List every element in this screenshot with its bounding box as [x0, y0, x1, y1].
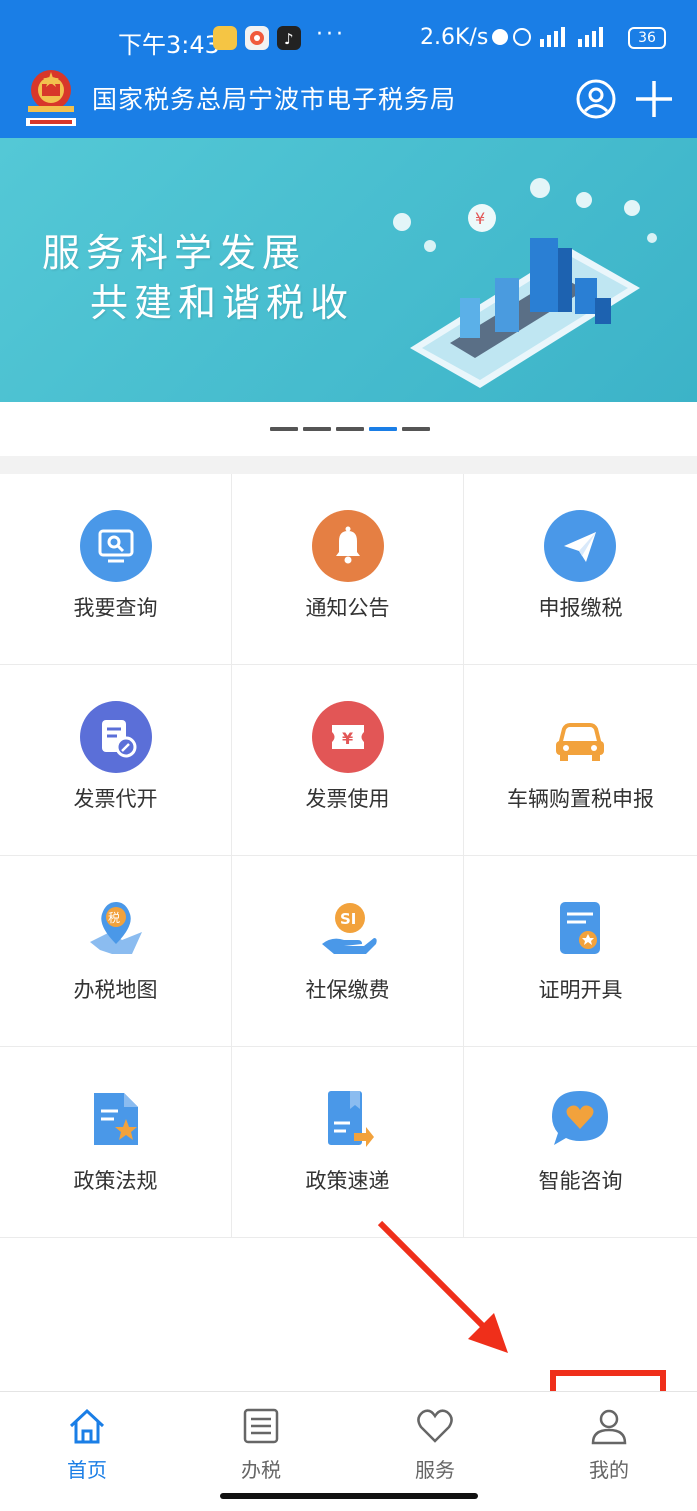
- grid-item-label: 办税地图: [73, 978, 158, 1002]
- grid-item-label: 我要查询: [73, 596, 158, 620]
- grid-item-invoice-issue[interactable]: 发票代开: [0, 665, 232, 856]
- tab-label: 我的: [589, 1458, 629, 1482]
- grid-item-label: 政策法规: [73, 1169, 158, 1193]
- plus-icon[interactable]: [633, 78, 675, 120]
- svg-text:¥: ¥: [475, 209, 485, 228]
- heart-icon: [417, 1409, 453, 1443]
- grid-item-label: 社保缴费: [305, 978, 390, 1002]
- carousel-dot[interactable]: [402, 427, 430, 431]
- grid-item-query[interactable]: 我要查询: [0, 474, 232, 665]
- section-divider: [0, 456, 697, 474]
- home-indicator[interactable]: [220, 1493, 478, 1499]
- signal-icons: [490, 24, 625, 55]
- social-security-icon: SI: [322, 903, 377, 954]
- svg-text:¥: ¥: [342, 729, 353, 748]
- grid-item-label: 发票代开: [73, 787, 158, 811]
- person-icon: [591, 1409, 627, 1445]
- grid-item-notice[interactable]: 通知公告: [232, 474, 464, 665]
- carousel-dot-active[interactable]: [369, 427, 397, 431]
- battery-indicator: 36: [628, 27, 666, 49]
- svg-text:税: 税: [108, 911, 120, 925]
- tab-mine[interactable]: 我的: [522, 1392, 696, 1511]
- carousel-indicator: [0, 402, 697, 456]
- grid-item-label: 车辆购置税申报: [507, 787, 654, 811]
- notification-app-icon: [213, 26, 237, 50]
- grid-item-policy-express[interactable]: 政策速递: [232, 1047, 464, 1238]
- grid-item-certificate[interactable]: 证明开具: [464, 856, 697, 1047]
- grid-item-label: 证明开具: [538, 978, 623, 1002]
- svg-text:♪: ♪: [284, 30, 294, 48]
- grid-item-declare[interactable]: 申报缴税: [464, 474, 697, 665]
- grid-item-label: 通知公告: [305, 596, 390, 620]
- home-icon: [69, 1408, 105, 1444]
- tab-label: 首页: [67, 1458, 107, 1482]
- grid-item-invoice-use[interactable]: ¥ 发票使用: [232, 665, 464, 856]
- paper-plane-icon: [544, 510, 616, 582]
- network-speed: 2.6K/s: [420, 25, 489, 50]
- svg-text:SI: SI: [340, 910, 356, 928]
- user-icon[interactable]: [575, 78, 617, 120]
- tiktok-app-icon: ♪: [277, 26, 301, 50]
- grid-item-social-security[interactable]: SI 社保缴费: [232, 856, 464, 1047]
- invoice-edit-icon: [80, 701, 152, 773]
- smart-city-phone-illustration: ¥: [393, 178, 657, 388]
- chat-heart-icon: [552, 1091, 608, 1145]
- video-app-icon: [245, 26, 269, 50]
- app-title: 国家税务总局宁波市电子税务局: [92, 85, 457, 114]
- policy-doc-icon: [94, 1093, 138, 1145]
- tax-map-icon: 税: [90, 902, 142, 954]
- list-icon: [243, 1408, 279, 1444]
- policy-express-icon: [328, 1091, 374, 1147]
- grid-item-label: 政策速递: [305, 1169, 390, 1193]
- grid-item-label: 申报缴税: [538, 596, 623, 620]
- grid-item-tax-map[interactable]: 税 办税地图: [0, 856, 232, 1047]
- grid-item-label: 发票使用: [305, 787, 390, 811]
- carousel-dot[interactable]: [270, 427, 298, 431]
- carousel-dot[interactable]: [303, 427, 331, 431]
- tab-home[interactable]: 首页: [0, 1392, 174, 1511]
- grid-item-vehicle-tax[interactable]: 车辆购置税申报: [464, 665, 697, 856]
- grid-item-smart-consult[interactable]: 智能咨询: [464, 1047, 697, 1238]
- annotation-arrow: [377, 1220, 508, 1353]
- car-icon: [556, 723, 604, 761]
- bell-icon: [312, 510, 384, 582]
- tab-label: 办税: [241, 1458, 281, 1482]
- status-time: 下午3:43: [118, 31, 220, 59]
- grid-item-label: 智能咨询: [538, 1169, 623, 1193]
- certificate-icon: [560, 902, 600, 954]
- carousel-dot[interactable]: [336, 427, 364, 431]
- banner-slogan-line1: 服务科学发展: [42, 231, 307, 275]
- ticket-yuan-icon: ¥: [312, 701, 384, 773]
- tax-emblem-icon: [26, 70, 76, 126]
- app-header: 国家税务总局宁波市电子税务局: [0, 60, 697, 138]
- grid-item-policy-regulations[interactable]: 政策法规: [0, 1047, 232, 1238]
- query-icon: [80, 510, 152, 582]
- promo-banner[interactable]: 服务科学发展 共建和谐税收 ¥: [0, 138, 697, 402]
- banner-slogan-line2: 共建和谐税收: [90, 281, 355, 325]
- more-notifications-icon: ···: [316, 22, 346, 47]
- tab-label: 服务: [415, 1458, 455, 1482]
